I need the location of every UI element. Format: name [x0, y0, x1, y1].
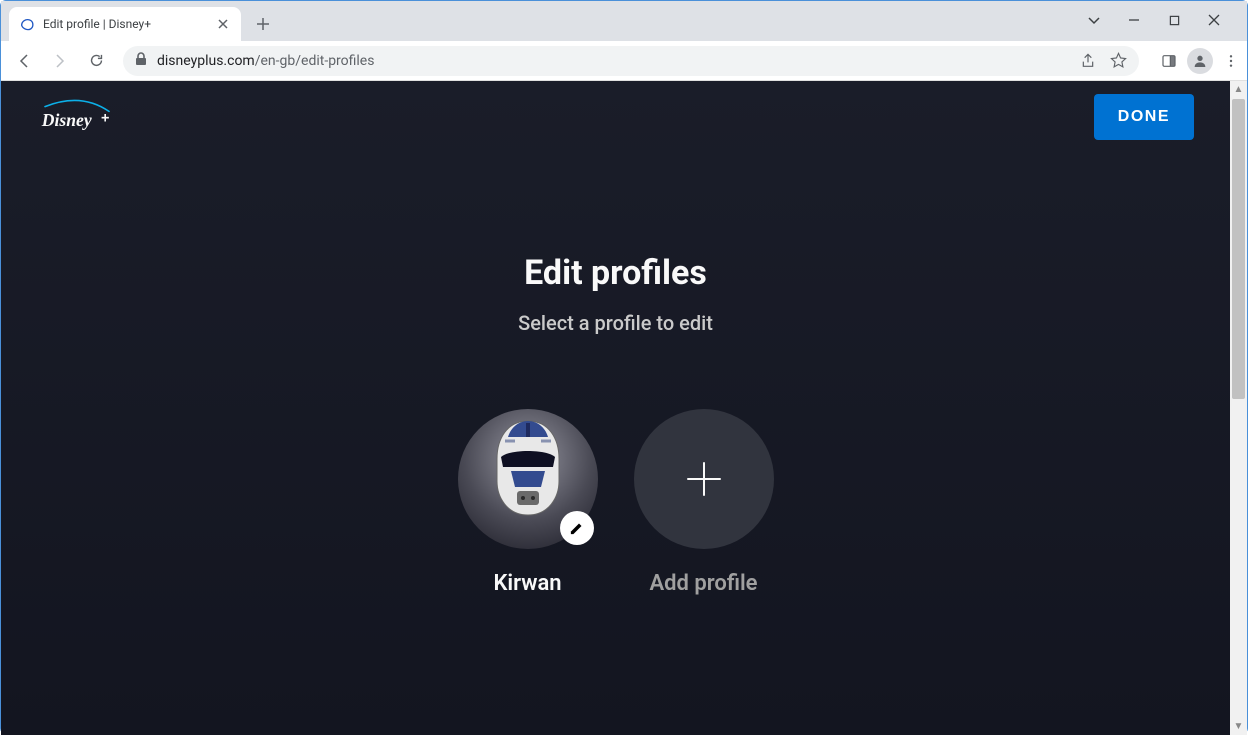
addressbar[interactable]: disneyplus.com/en-gb/edit-profiles: [123, 46, 1139, 76]
clone-trooper-avatar-icon: [487, 419, 569, 519]
edit-profile-icon[interactable]: [560, 511, 594, 545]
add-profile-label: Add profile: [649, 571, 757, 596]
reload-button[interactable]: [81, 46, 111, 76]
disney-plus-logo[interactable]: Disney +: [37, 93, 117, 141]
profiles-row: Kirwan Add profile: [1, 409, 1230, 596]
titlebar: Edit profile | Disney+: [1, 1, 1247, 41]
page-content: Disney + DONE Edit profiles Select a pro…: [1, 81, 1230, 735]
add-profile-button[interactable]: Add profile: [634, 409, 774, 596]
main: Edit profiles Select a profile to edit: [1, 153, 1230, 596]
url-path: /en-gb/edit-profiles: [255, 53, 375, 69]
back-button[interactable]: [9, 46, 39, 76]
avatar-wrap: [458, 409, 598, 549]
profile-name: Kirwan: [493, 571, 561, 596]
favicon-disney-icon: [19, 16, 35, 32]
page-subtitle: Select a profile to edit: [1, 311, 1230, 335]
close-button[interactable]: [1203, 9, 1225, 31]
kebab-menu-icon[interactable]: [1223, 53, 1239, 69]
minimize-button[interactable]: [1123, 9, 1145, 31]
vertical-scrollbar[interactable]: ▲ ▼: [1230, 81, 1247, 735]
done-button[interactable]: DONE: [1094, 94, 1194, 140]
url-text: disneyplus.com/en-gb/edit-profiles: [157, 53, 374, 69]
svg-text:+: +: [101, 111, 109, 127]
svg-text:Disney: Disney: [41, 110, 92, 130]
window-controls: [1083, 9, 1239, 41]
bookmark-star-icon[interactable]: [1110, 52, 1127, 69]
scroll-up-icon[interactable]: ▲: [1230, 81, 1247, 98]
side-panel-icon[interactable]: [1161, 53, 1177, 69]
addressbar-row: disneyplus.com/en-gb/edit-profiles: [1, 41, 1247, 81]
tab-title: Edit profile | Disney+: [43, 17, 207, 31]
plus-icon: [684, 459, 724, 499]
browser-chrome: Edit profile | Disney+: [1, 1, 1247, 81]
new-tab-button[interactable]: [249, 10, 277, 38]
app-header: Disney + DONE: [1, 81, 1230, 153]
page-title: Edit profiles: [1, 253, 1230, 293]
add-profile-circle: [634, 409, 774, 549]
share-icon[interactable]: [1080, 53, 1096, 69]
browser-profile-icon[interactable]: [1187, 48, 1213, 74]
lock-icon: [135, 52, 147, 69]
tab-close-icon[interactable]: [215, 16, 231, 32]
browser-tab[interactable]: Edit profile | Disney+: [9, 7, 241, 41]
chevron-down-icon[interactable]: [1083, 9, 1105, 31]
page: Disney + DONE Edit profiles Select a pro…: [1, 81, 1247, 735]
profile-item-kirwan[interactable]: Kirwan: [458, 409, 598, 596]
forward-button[interactable]: [45, 46, 75, 76]
scrollbar-thumb[interactable]: [1232, 99, 1245, 399]
maximize-button[interactable]: [1163, 9, 1185, 31]
url-domain: disneyplus.com: [157, 53, 255, 69]
scroll-down-icon[interactable]: ▼: [1230, 718, 1247, 735]
